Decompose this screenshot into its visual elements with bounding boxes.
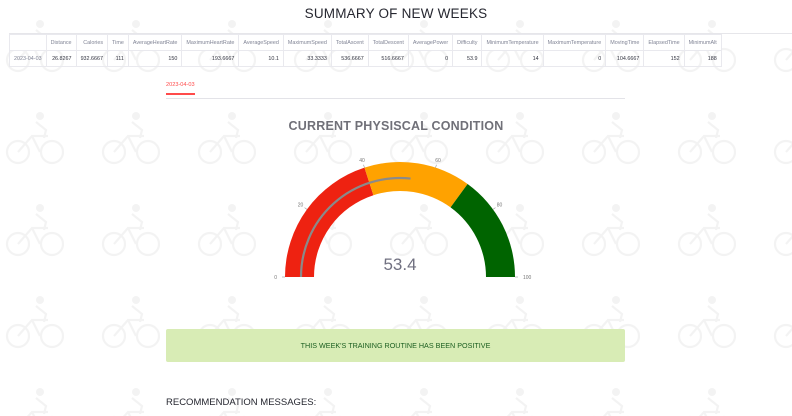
table-cell: 53.9: [452, 50, 483, 67]
table-cell: 193.6667: [181, 50, 240, 67]
gauge-tick: [435, 164, 437, 168]
column-header[interactable]: ElapsedTime: [643, 34, 685, 51]
recommendation-messages-title: RECOMMENDATION MESSAGES:: [166, 397, 317, 408]
gauge-value: 53.4: [383, 255, 417, 274]
gauge-tick-label: 60: [435, 158, 441, 164]
column-header[interactable]: MovingTime: [605, 34, 645, 51]
row-index-cell: 2023-04-03: [9, 50, 47, 67]
gauge-band-1: [364, 162, 468, 208]
gauge-tick-label: 40: [359, 158, 365, 164]
date-tabs: 2023-04-03: [166, 82, 625, 99]
table-cell: 104.6667: [605, 50, 645, 67]
table-cell: 152: [643, 50, 685, 67]
gauge-tick-label: 20: [298, 203, 304, 209]
column-header[interactable]: AverageHeartRate: [127, 34, 183, 51]
column-header[interactable]: Difficulty: [452, 34, 483, 51]
table-cell: 10.1: [238, 50, 284, 67]
page-title: SUMMARY OF NEW WEEKS: [304, 6, 488, 21]
physical-condition-title: CURRENT PHYSISCAL CONDITION: [288, 119, 504, 133]
gauge-tick-label: 100: [523, 275, 532, 281]
table-row: 2023-04-03 26.8267 932.6667 111 150 193.6667 1…: [9, 50, 722, 67]
alert-message: THIS WEEK'S TRAINING ROUTINE HAS BEEN PO…: [300, 341, 491, 350]
tab-2023-04-03[interactable]: 2023-04-03: [166, 82, 195, 95]
column-header[interactable]: Time: [107, 34, 129, 51]
table-cell: 932.6667: [75, 50, 109, 67]
table-cell: 150: [127, 50, 183, 67]
gauge-tick: [304, 207, 308, 210]
column-header[interactable]: Calories: [75, 34, 109, 51]
index-column-header[interactable]: [9, 34, 47, 51]
gauge-tick-label: 0: [274, 275, 277, 281]
column-header[interactable]: MinimumTemperature: [481, 34, 544, 51]
column-header[interactable]: AverageSpeed: [238, 34, 284, 51]
table-cell: 33.3333: [282, 50, 332, 67]
column-header[interactable]: TotalAscent: [330, 34, 369, 51]
table-cell: 536.6667: [330, 50, 369, 67]
column-header[interactable]: MinimumAlt: [683, 34, 722, 51]
column-header[interactable]: Distance: [45, 34, 77, 51]
success-alert: THIS WEEK'S TRAINING ROUTINE HAS BEEN PO…: [166, 329, 625, 362]
summary-table: Distance Calories Time AverageHeartRate Maxi…: [9, 34, 722, 67]
gauge-band-2: [450, 183, 515, 277]
gauge-tick-label: 80: [497, 203, 503, 209]
table-body: 2023-04-03 26.8267 932.6667 111 150 193.6667 1…: [9, 50, 722, 67]
table-cell: 516.6667: [367, 50, 409, 67]
column-header[interactable]: AveragePower: [407, 34, 454, 51]
column-header[interactable]: MaximumTemperature: [542, 34, 607, 51]
column-header[interactable]: TotalDescent: [367, 34, 409, 51]
table-cell: 188: [683, 50, 722, 67]
table-cell: 111: [107, 50, 129, 67]
table-cell: 14: [481, 50, 544, 67]
gauge-tick: [363, 164, 365, 168]
column-header[interactable]: MaximumSpeed: [282, 34, 332, 51]
column-header[interactable]: MaximumHeartRate: [181, 34, 240, 51]
table-cell: 0: [407, 50, 454, 67]
gauge-tick: [492, 207, 496, 210]
summary-table-container[interactable]: Distance Calories Time AverageHeartRate Maxi…: [9, 33, 792, 67]
table-cell: 26.8267: [45, 50, 77, 67]
table-header-row: Distance Calories Time AverageHeartRate Maxi…: [9, 34, 722, 51]
table-cell: 0: [542, 50, 607, 67]
